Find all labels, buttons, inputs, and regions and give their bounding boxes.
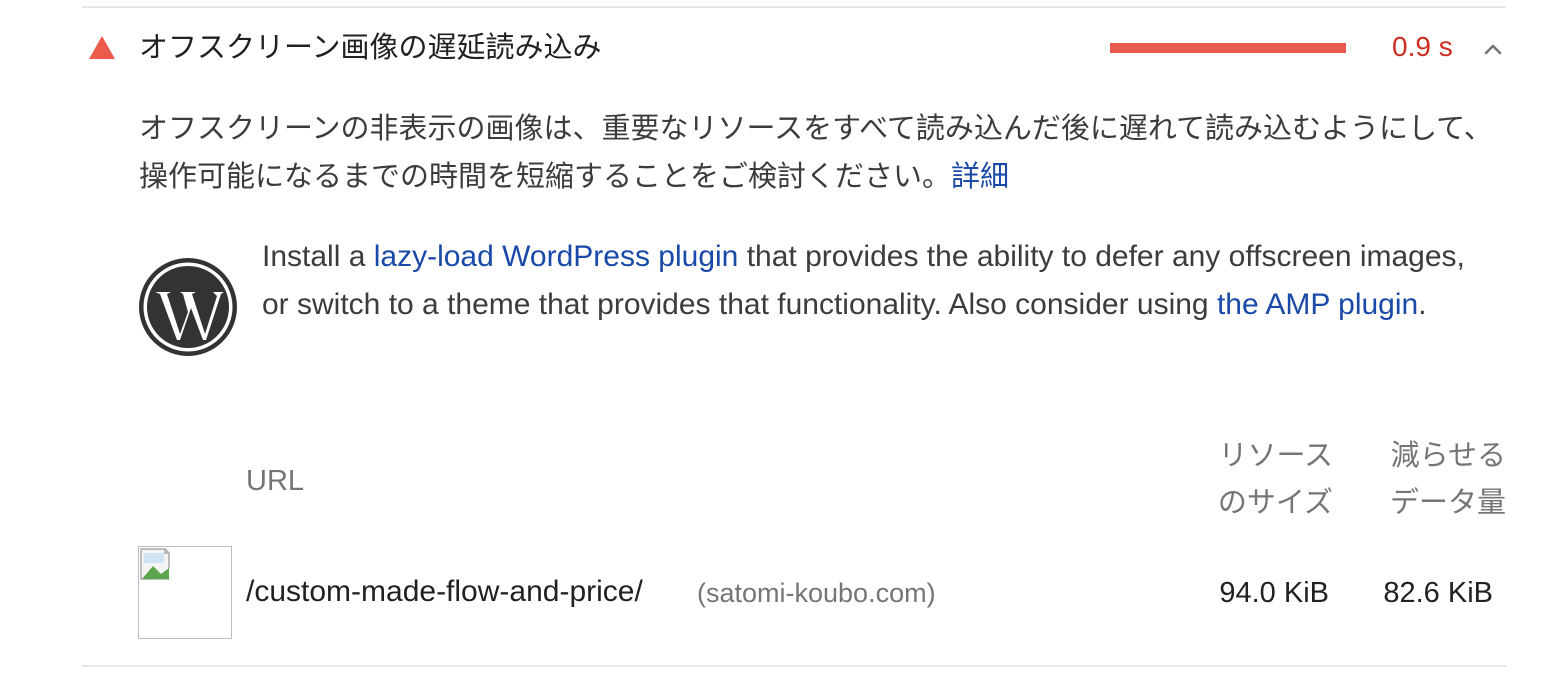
resource-size-header-line1: リソース — [1218, 438, 1333, 472]
column-header-url: URL — [246, 465, 305, 497]
savings-header-line1: 減らせる — [1390, 438, 1506, 472]
wordpress-tip: Install a lazy-load WordPress plugin tha… — [262, 233, 1487, 329]
broken-image-icon — [138, 546, 232, 639]
tip-text-3: . — [1418, 288, 1427, 321]
bottom-divider — [82, 665, 1506, 667]
table-row-host: (satomi-koubo.com) — [697, 578, 936, 608]
savings-header-line2: データ量 — [1389, 485, 1506, 519]
tip-text-1: Install a — [262, 240, 374, 273]
learn-more-link[interactable]: 詳細 — [951, 159, 1009, 193]
table-row-potential-savings: 82.6 KiB — [1383, 577, 1493, 609]
top-divider — [82, 6, 1506, 8]
column-header-resource-size: リソース のサイズ — [1200, 432, 1333, 526]
audit-description: オフスクリーンの非表示の画像は、重要なリソースをすべて読み込んだ後に遅れて読み込… — [139, 104, 1499, 200]
description-text: オフスクリーンの非表示の画像は、重要なリソースをすべて読み込んだ後に遅れて読み込… — [139, 111, 1493, 193]
audit-title[interactable]: オフスクリーン画像の遅延読み込み — [139, 28, 602, 66]
savings-value: 0.9 s — [1392, 31, 1453, 62]
column-header-potential-savings: 減らせる データ量 — [1364, 432, 1506, 526]
wordpress-logo-icon — [137, 256, 239, 358]
table-row-resource-size: 94.0 KiB — [1219, 577, 1329, 609]
lazy-load-plugin-link[interactable]: lazy-load WordPress plugin — [374, 240, 739, 273]
savings-bar — [1110, 43, 1346, 53]
warning-triangle-icon — [89, 36, 115, 59]
chevron-up-icon[interactable] — [1481, 37, 1505, 61]
table-row-url[interactable]: /custom-made-flow-and-price/ — [246, 572, 643, 612]
amp-plugin-link[interactable]: the AMP plugin — [1217, 288, 1418, 321]
resource-size-header-line2: のサイズ — [1217, 485, 1333, 519]
